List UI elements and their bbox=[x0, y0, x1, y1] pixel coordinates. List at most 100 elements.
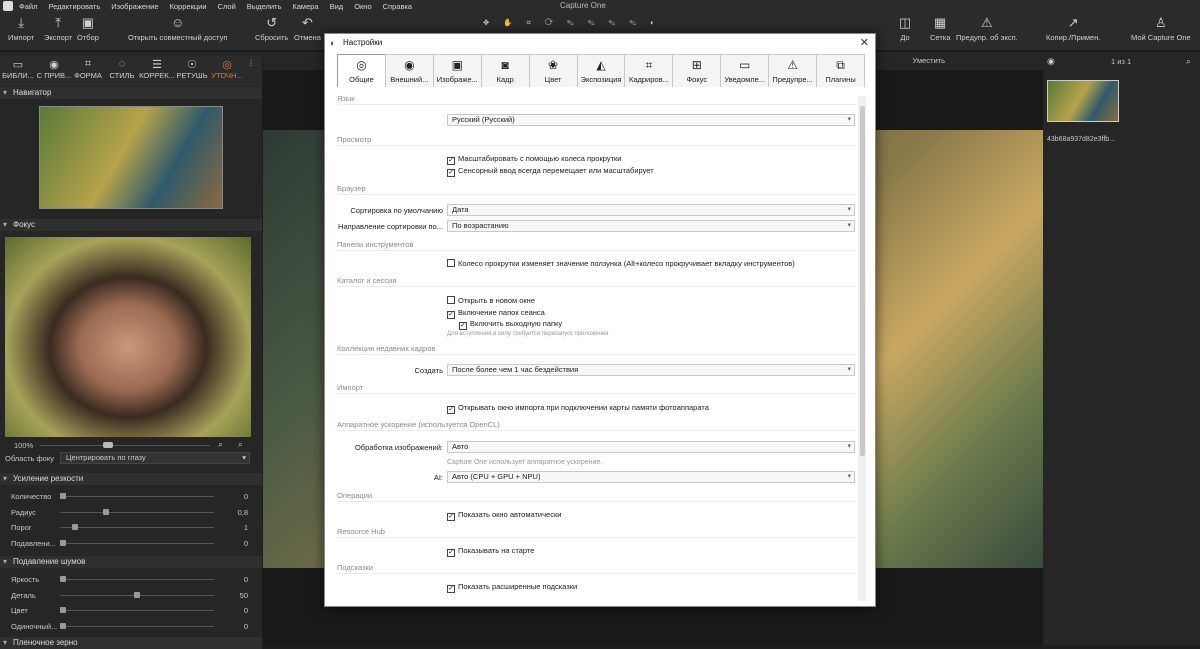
zoom-out-icon[interactable]: ⌕ bbox=[218, 439, 223, 450]
tab-style[interactable]: ◌ СТИЛЬ bbox=[104, 58, 140, 80]
grid-button[interactable]: ▦ Сетка bbox=[930, 16, 950, 43]
ai-select[interactable]: Авто (CPU + GPU + NPU) bbox=[447, 471, 855, 483]
zoom-in-icon[interactable]: ⌕ bbox=[238, 439, 243, 450]
more-tabs-icon[interactable]: ⋮ bbox=[244, 58, 258, 67]
sharpening-slider-row[interactable]: Порог 1 bbox=[0, 520, 262, 535]
zoom-slider-knob[interactable] bbox=[103, 442, 113, 448]
scroll-zoom-checkbox[interactable]: ✓ Масштабировать с помощью колеса прокрут… bbox=[447, 154, 621, 165]
tab-retouch[interactable]: ☉ РЕТУШЬ bbox=[174, 58, 210, 80]
menu-image[interactable]: Изображение bbox=[111, 2, 158, 11]
noise-slider-track[interactable] bbox=[60, 610, 214, 611]
noise-slider-knob[interactable] bbox=[134, 591, 140, 598]
tab-capture[interactable]: ◙ Кадр bbox=[480, 54, 530, 87]
tab-notifications[interactable]: ▭ Уведомле... bbox=[720, 54, 770, 87]
sharpening-slider-knob[interactable] bbox=[60, 539, 66, 546]
noise-slider-value[interactable]: 0 bbox=[244, 575, 248, 584]
noise-slider-row[interactable]: Одиночный... 0 bbox=[0, 619, 262, 634]
tab-shape[interactable]: ⌗ ФОРМА bbox=[70, 58, 106, 80]
tab-focus[interactable]: ⊞ Фокус bbox=[672, 54, 722, 87]
noise-slider-row[interactable]: Цвет 0 bbox=[0, 603, 262, 618]
sharpening-slider-row[interactable]: Радиус 0,8 bbox=[0, 505, 262, 520]
sharpening-slider-row[interactable]: Количество 0 bbox=[0, 489, 262, 504]
copy-apply-button[interactable]: ↗ Копир./Примен. bbox=[1046, 16, 1100, 43]
exposure-warning-button[interactable]: ⚠ Предупр. об эксп. bbox=[956, 16, 1018, 43]
menu-view[interactable]: Вид bbox=[330, 2, 344, 11]
menu-file[interactable]: Файл bbox=[19, 2, 37, 11]
noise-slider-knob[interactable] bbox=[60, 622, 66, 629]
sharpening-slider-knob[interactable] bbox=[72, 524, 79, 530]
close-icon[interactable]: ✕ bbox=[860, 36, 869, 49]
tab-appearance[interactable]: ◉ Внешний... bbox=[384, 54, 434, 87]
menu-window[interactable]: Окно bbox=[354, 2, 371, 11]
navigator-thumbnail[interactable] bbox=[39, 106, 223, 209]
sharpening-slider-track[interactable] bbox=[60, 496, 214, 497]
sharpening-header[interactable]: Усиление резкости bbox=[0, 473, 262, 485]
sharpening-slider-value[interactable]: 0 bbox=[244, 492, 248, 501]
tab-exposure[interactable]: ◭ Экспозиция bbox=[576, 54, 626, 87]
sort-default-select[interactable]: Дата bbox=[447, 204, 855, 216]
sharpening-slider-row[interactable]: Подавлени... 0 bbox=[0, 536, 262, 551]
noise-slider-value[interactable]: 0 bbox=[244, 606, 248, 615]
menu-select[interactable]: Выделить bbox=[247, 2, 282, 11]
scroll-slider-checkbox[interactable]: Колесо прокрутки изменяет значение ползу… bbox=[447, 259, 795, 268]
sharpening-slider-knob[interactable] bbox=[103, 508, 110, 515]
tab-crop[interactable]: ⌗ Кадриров... bbox=[624, 54, 674, 87]
navigator-header[interactable]: Навигатор bbox=[0, 87, 262, 99]
noise-slider-value[interactable]: 50 bbox=[240, 591, 248, 600]
zoom-slider[interactable] bbox=[40, 445, 210, 446]
undo-button[interactable]: ↶ Отмена bbox=[294, 16, 321, 43]
open-new-window-checkbox[interactable]: Открыть в новом окне bbox=[447, 296, 535, 305]
menu-layer[interactable]: Слой bbox=[218, 2, 236, 11]
menu-camera[interactable]: Камера bbox=[292, 2, 318, 11]
menu-edit[interactable]: Редактировать bbox=[48, 2, 100, 11]
import-button[interactable]: ⤓ Импорт bbox=[8, 16, 34, 43]
noise-slider-knob[interactable] bbox=[60, 576, 66, 582]
extended-hints-checkbox[interactable]: ✓ Показать расширенные подсказки bbox=[447, 582, 577, 593]
language-select[interactable]: Русский (Русский) bbox=[447, 114, 855, 126]
noise-reduction-header[interactable]: Подавление шумов bbox=[0, 556, 262, 568]
noise-slider-row[interactable]: Деталь 50 bbox=[0, 588, 262, 603]
noise-slider-knob[interactable] bbox=[60, 607, 66, 613]
sharpening-slider-track[interactable] bbox=[60, 542, 214, 544]
focus-area-select[interactable]: Центрировать по глазу ▾ bbox=[60, 452, 250, 464]
sharpening-slider-track[interactable] bbox=[60, 511, 214, 513]
before-button[interactable]: ◫ До bbox=[898, 16, 912, 43]
tab-warnings[interactable]: ⚠ Предупре... bbox=[768, 54, 818, 87]
show-at-start-checkbox[interactable]: ✓ Показывать на старте bbox=[447, 546, 534, 557]
fit-label[interactable]: Уместить bbox=[913, 56, 945, 65]
film-grain-header[interactable]: Пленочное зерно bbox=[0, 637, 262, 649]
tab-image[interactable]: ▣ Изображе... bbox=[432, 54, 482, 87]
sharpening-slider-value[interactable]: 0,8 bbox=[238, 508, 248, 517]
tab-color[interactable]: ❀ Цвет bbox=[528, 54, 578, 87]
focus-header[interactable]: Фокус bbox=[0, 219, 262, 231]
tab-details[interactable]: ◎ УТОЧН... bbox=[209, 58, 245, 80]
session-folders-checkbox[interactable]: ✓ Включение папок сеанса bbox=[447, 308, 545, 319]
create-select[interactable]: После более чем 1 час бездействия bbox=[447, 364, 855, 376]
tab-general[interactable]: ◎ Общие bbox=[337, 54, 386, 87]
tab-adjust[interactable]: ☰ КОРРЕК... bbox=[139, 58, 175, 80]
filmstrip-thumbnail[interactable] bbox=[1047, 80, 1119, 122]
noise-slider-value[interactable]: 0 bbox=[244, 622, 248, 631]
sharpening-slider-knob[interactable] bbox=[60, 493, 66, 499]
sharpening-slider-value[interactable]: 1 bbox=[244, 523, 248, 532]
output-folder-checkbox[interactable]: ✓ Включить выходную папку bbox=[459, 319, 562, 330]
eye-icon[interactable]: ◉ bbox=[1047, 56, 1055, 67]
tab-plugins[interactable]: ⧉ Плагины bbox=[816, 54, 865, 87]
export-button[interactable]: ⤒ Экспорт bbox=[44, 16, 72, 43]
sharpening-slider-track[interactable] bbox=[60, 527, 214, 528]
noise-slider-track[interactable] bbox=[60, 625, 214, 627]
cursor-tools[interactable]: ✥✋⌗⟳✎✎✎✎◐ bbox=[483, 18, 773, 28]
open-shared-button[interactable]: ☺ Открыть совместный доступ bbox=[128, 16, 227, 43]
import-on-card-checkbox[interactable]: ✓ Открывать окно импорта при подключении … bbox=[447, 403, 709, 414]
tab-capture[interactable]: ◉ С ПРИВ... bbox=[36, 58, 72, 80]
noise-slider-track[interactable] bbox=[60, 579, 214, 580]
sharpening-slider-value[interactable]: 0 bbox=[244, 539, 248, 548]
menu-help[interactable]: Справка bbox=[383, 2, 412, 11]
menu-adjustments[interactable]: Коррекции bbox=[170, 2, 207, 11]
sort-direction-select[interactable]: По возрастанию bbox=[447, 220, 855, 232]
select-button[interactable]: ▣ Отбор bbox=[77, 16, 99, 43]
processing-select[interactable]: Авто bbox=[447, 441, 855, 453]
touch-input-checkbox[interactable]: ✓ Сенсорный ввод всегда перемещает или ма… bbox=[447, 166, 654, 177]
search-icon[interactable]: ⌕ bbox=[1186, 56, 1191, 67]
my-capture-one-button[interactable]: ♙ Мой Capture One bbox=[1131, 16, 1191, 43]
